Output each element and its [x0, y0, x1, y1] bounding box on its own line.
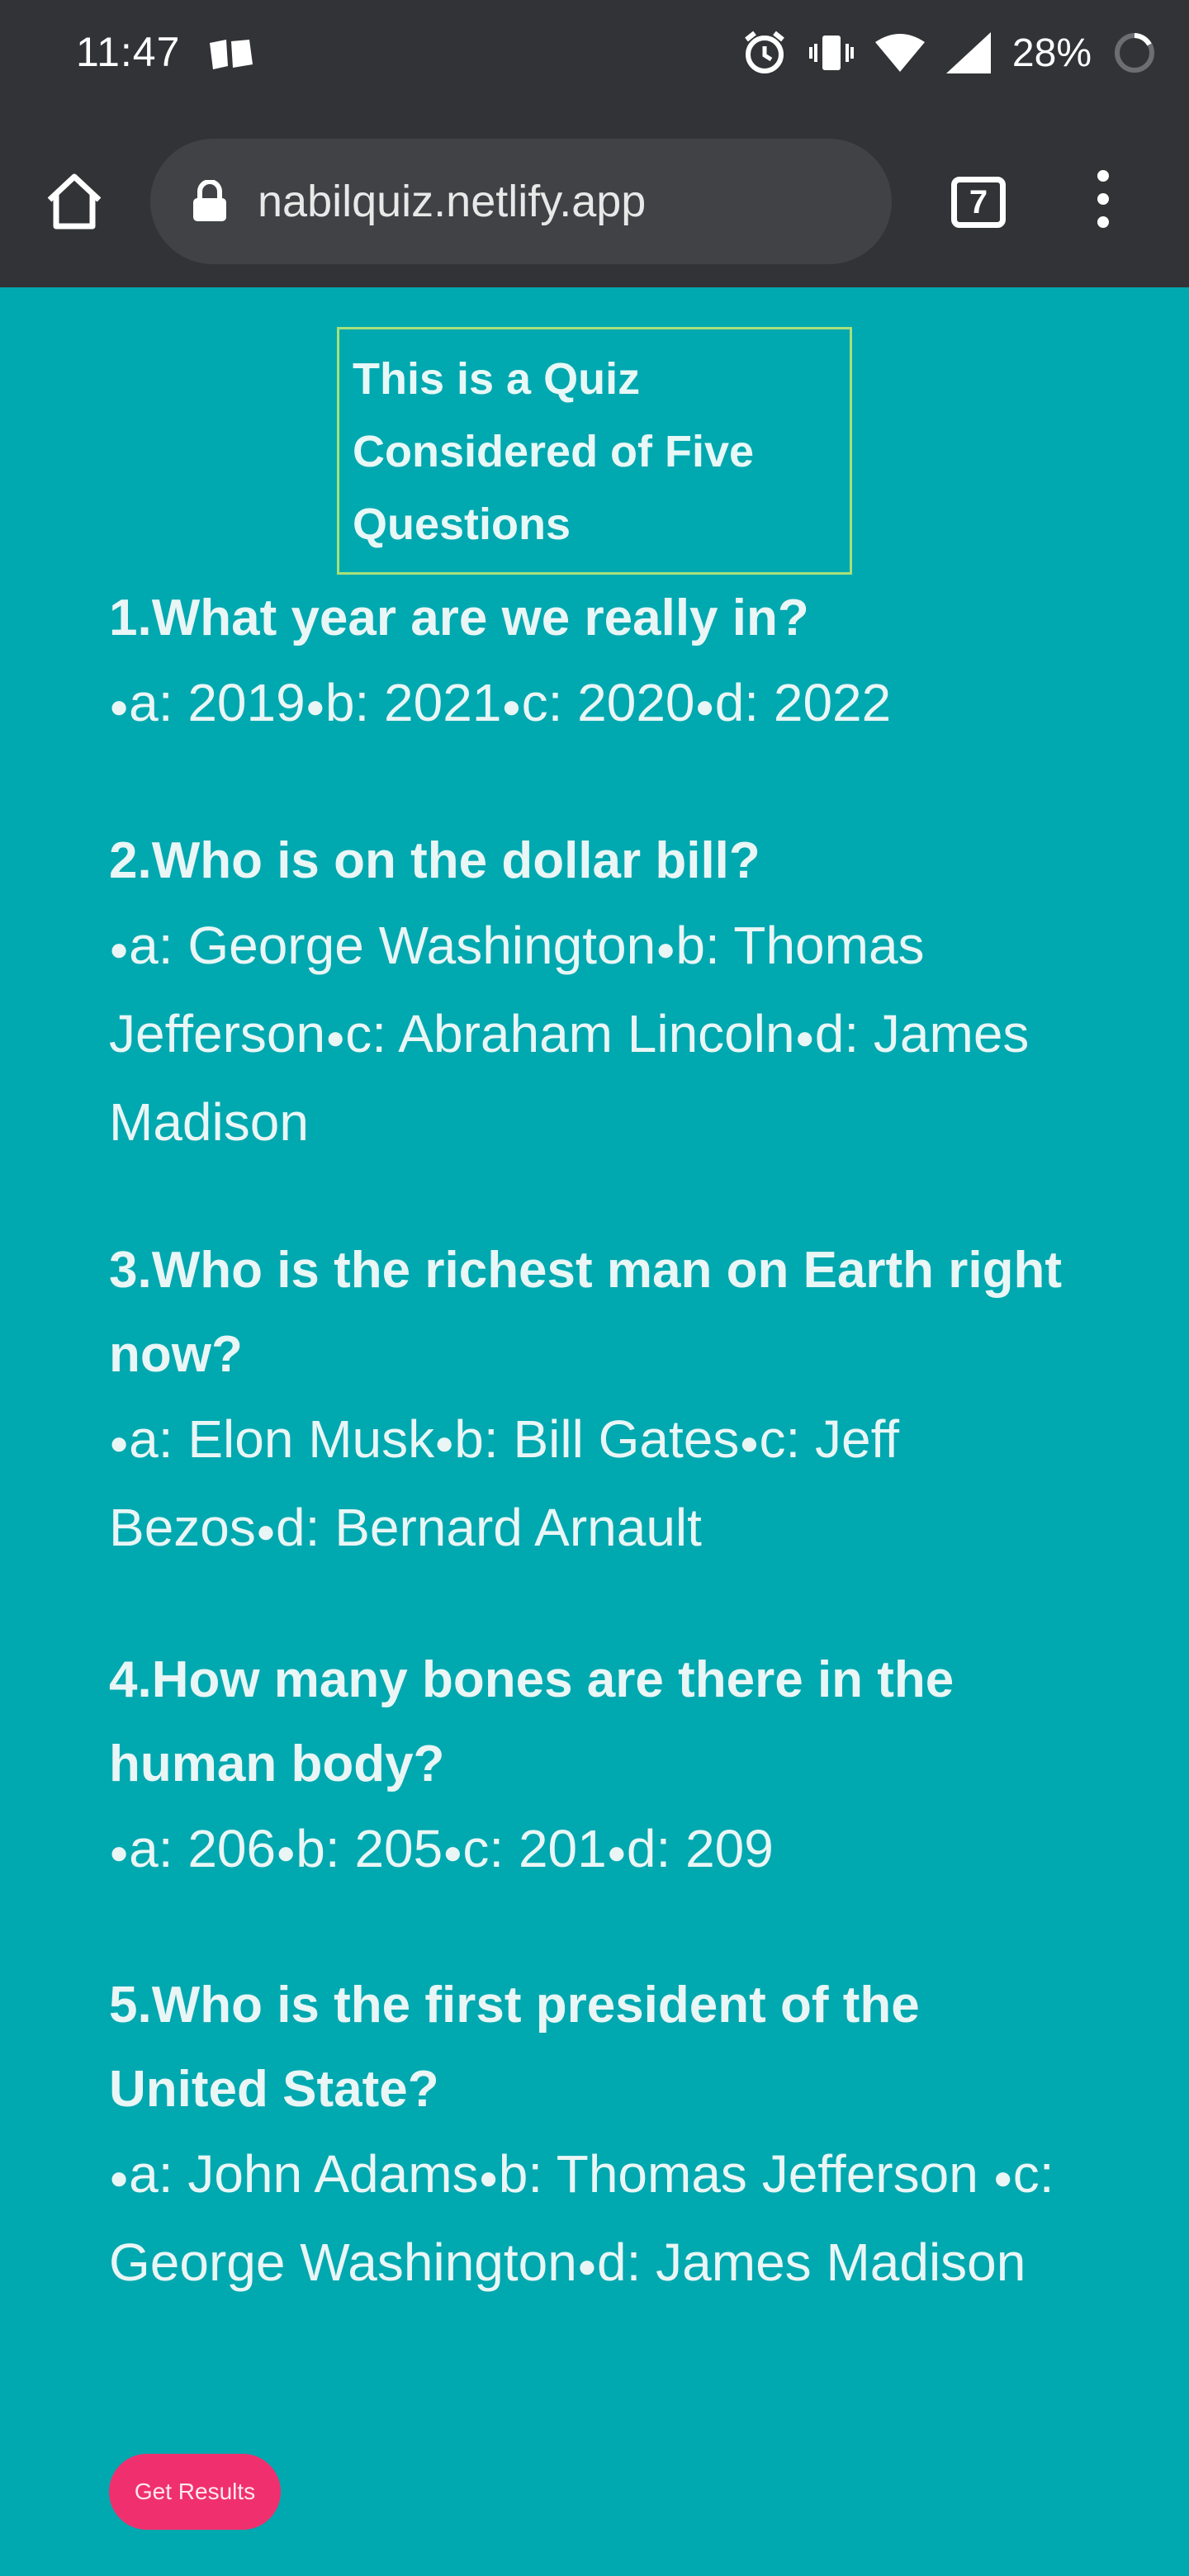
url-bar[interactable]: nabilquiz.netlify.app	[150, 139, 892, 264]
notification-icon	[210, 40, 253, 69]
bullet-icon: ●	[305, 689, 325, 726]
status-bar: 11:47 28%	[0, 0, 1189, 112]
question-1: 1.What year are we really in? ●a: 2019●b…	[109, 576, 1083, 749]
question-options: ●a: Elon Musk●b: Bill Gates●c: Jeff Bezo…	[109, 1409, 900, 1558]
bullet-icon: ●	[109, 1835, 130, 1872]
bullet-icon: ●	[434, 1425, 455, 1462]
bullet-icon: ●	[739, 1425, 760, 1462]
question-options: ●a: 206●b: 205●c: 201●d: 209	[109, 1819, 774, 1878]
vibrate-icon	[808, 36, 854, 70]
overflow-menu-icon[interactable]	[1088, 170, 1118, 233]
get-results-button[interactable]: Get Results	[109, 2454, 281, 2530]
battery-icon	[1115, 33, 1154, 73]
tab-switcher-button[interactable]: 7	[951, 177, 1006, 228]
battery-percent: 28%	[1011, 31, 1092, 75]
lock-icon	[193, 180, 226, 221]
bullet-icon: ●	[325, 1020, 346, 1057]
bullet-icon: ●	[656, 931, 676, 968]
bullet-icon: ●	[606, 1835, 627, 1872]
status-icons: 28%	[741, 30, 1156, 76]
home-icon[interactable]	[43, 170, 106, 233]
question-options: ●a: George Washington●b: Thomas Jefferso…	[109, 916, 1030, 1153]
question-3: 3.Who is the richest man on Earth right …	[109, 1229, 1083, 1574]
bullet-icon: ●	[501, 689, 522, 726]
status-time: 11:47	[76, 29, 181, 75]
question-title: 3.Who is the richest man on Earth right …	[109, 1242, 1063, 1383]
question-5: 5.Who is the first president of the Unit…	[109, 1963, 1083, 2308]
wifi-icon	[874, 34, 925, 72]
alarm-icon	[745, 31, 784, 73]
question-title: 1.What year are we really in?	[109, 590, 809, 646]
question-title: 2.Who is on the dollar bill?	[109, 832, 760, 889]
bullet-icon: ●	[478, 2160, 499, 2197]
question-title: 4.How many bones are there in the human …	[109, 1651, 955, 1792]
page-title: This is a Quiz Considered of Five Questi…	[337, 327, 852, 575]
bullet-icon: ●	[794, 1020, 815, 1057]
bullet-icon: ●	[109, 931, 130, 968]
question-title: 5.Who is the first president of the Unit…	[109, 1977, 920, 2118]
bullet-icon: ●	[109, 1425, 130, 1462]
bullet-icon: ●	[109, 2160, 130, 2197]
bullet-icon: ●	[694, 689, 715, 726]
question-options: ●a: John Adams●b: Thomas Jefferson ●c: G…	[109, 2144, 1054, 2293]
question-4: 4.How many bones are there in the human …	[109, 1638, 1083, 1895]
bullet-icon: ●	[992, 2160, 1013, 2197]
bullet-icon: ●	[255, 1513, 277, 1551]
question-2: 2.Who is on the dollar bill? ●a: George …	[109, 819, 1083, 1164]
bullet-icon: ●	[109, 689, 130, 726]
url-text: nabilquiz.netlify.app	[258, 177, 647, 226]
signal-icon	[945, 32, 991, 73]
bullet-icon: ●	[576, 2248, 598, 2285]
question-options: ●a: 2019●b: 2021●c: 2020●d: 2022	[109, 673, 892, 732]
bullet-icon: ●	[276, 1835, 296, 1872]
bullet-icon: ●	[443, 1835, 463, 1872]
browser-toolbar: nabilquiz.netlify.app 7	[0, 112, 1189, 287]
